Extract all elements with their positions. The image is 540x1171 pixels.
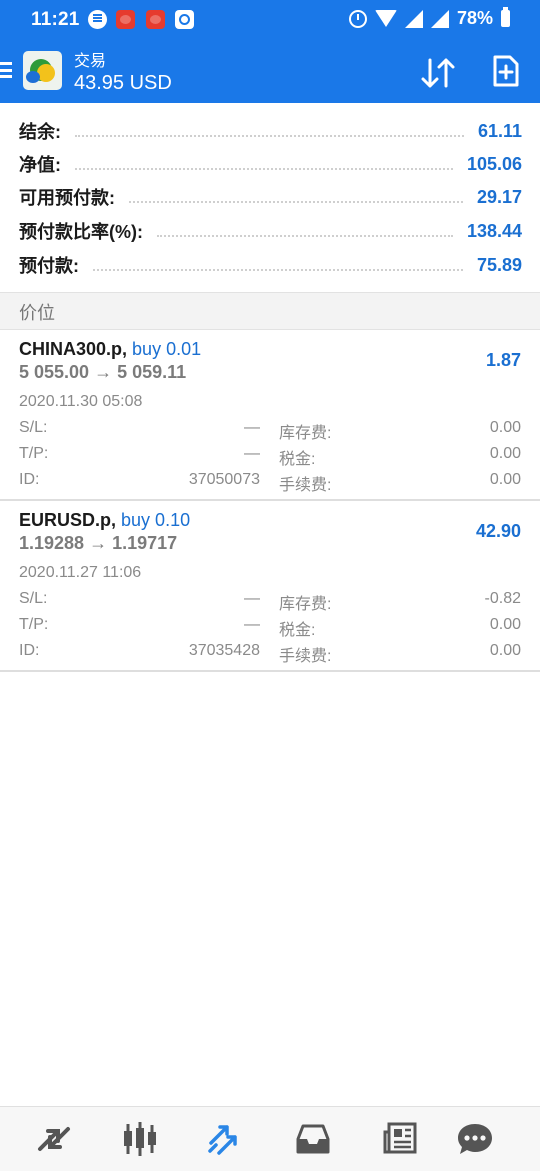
swap-value: 0.00 bbox=[489, 419, 521, 436]
chart-icon[interactable] bbox=[120, 1119, 160, 1159]
position-prices: 1.19288 → 1.19717 bbox=[19, 533, 178, 553]
summary-row-balance: 结余: 61.11 bbox=[19, 116, 522, 146]
app-logo bbox=[23, 51, 62, 90]
sl-label: S/L: bbox=[19, 590, 48, 607]
summary-value: 138.44 bbox=[466, 220, 522, 241]
positions-section-header: 价位 bbox=[0, 292, 540, 330]
chat-icon[interactable] bbox=[455, 1119, 495, 1159]
tax-value: 0.00 bbox=[489, 616, 521, 633]
id-value: 37035428 bbox=[188, 642, 260, 659]
summary-label: 预付款比率(%): bbox=[19, 222, 143, 242]
signal-icon bbox=[430, 9, 449, 28]
summary-row-equity: 净值: 105.06 bbox=[19, 149, 522, 179]
sl-value: — bbox=[244, 419, 260, 436]
dotted-leader bbox=[157, 225, 453, 237]
position-direction: buy 0.10 bbox=[121, 510, 191, 530]
history-icon[interactable] bbox=[293, 1119, 333, 1159]
summary-row-margin-level: 预付款比率(%): 138.44 bbox=[19, 216, 522, 246]
position-symbol: CHINA300.p, bbox=[19, 339, 128, 359]
app-header: 交易 43.95 USD bbox=[0, 40, 540, 103]
alarm-icon bbox=[348, 9, 367, 28]
summary-label: 净值: bbox=[19, 155, 61, 175]
id-value: 37050073 bbox=[188, 471, 260, 488]
summary-label: 结余: bbox=[19, 122, 61, 142]
tax-label: 税金: bbox=[279, 451, 316, 468]
message-notification-icon bbox=[88, 10, 107, 29]
tp-label: T/P: bbox=[19, 445, 49, 462]
bottom-nav bbox=[0, 1106, 540, 1171]
dotted-leader bbox=[75, 125, 464, 137]
summary-value: 75.89 bbox=[476, 254, 522, 275]
position-symbol-line: EURUSD.p, buy 0.10 bbox=[19, 510, 190, 531]
signal-icon bbox=[404, 9, 423, 28]
new-order-icon[interactable] bbox=[492, 54, 520, 88]
account-summary: 结余: 61.11 净值: 105.06 可用预付款: 29.17 预付款比率(… bbox=[0, 103, 540, 292]
battery-icon bbox=[501, 7, 510, 27]
fee-value: 0.00 bbox=[489, 642, 521, 659]
tp-value: — bbox=[244, 616, 260, 633]
fee-value: 0.00 bbox=[489, 471, 521, 488]
news-icon[interactable] bbox=[380, 1119, 420, 1159]
tp-label: T/P: bbox=[19, 616, 49, 633]
app-notification-icon bbox=[116, 10, 135, 29]
app-notification-icon bbox=[146, 10, 165, 29]
dotted-leader bbox=[93, 259, 463, 271]
fee-label: 手续费: bbox=[279, 648, 332, 665]
section-title: 价位 bbox=[19, 303, 55, 323]
swap-label: 库存费: bbox=[279, 596, 332, 613]
summary-label: 可用预付款: bbox=[19, 188, 115, 208]
battery-percent: 78% bbox=[456, 8, 493, 28]
id-label: ID: bbox=[19, 471, 40, 488]
wifi-icon bbox=[374, 10, 397, 27]
sl-label: S/L: bbox=[19, 419, 48, 436]
id-label: ID: bbox=[19, 642, 40, 659]
sl-value: — bbox=[244, 590, 260, 607]
position-prices: 5 055.00 → 5 059.11 bbox=[19, 362, 187, 382]
position-item[interactable]: CHINA300.p, buy 0.01 5 055.00 → 5 059.11… bbox=[0, 329, 540, 501]
position-profit: 1.87 bbox=[485, 350, 521, 370]
position-date: 2020.11.30 05:08 bbox=[19, 393, 143, 410]
summary-label: 预付款: bbox=[19, 256, 79, 276]
summary-row-margin: 预付款: 75.89 bbox=[19, 250, 522, 280]
swap-value: -0.82 bbox=[484, 590, 521, 607]
status-bar: 11:21 78% bbox=[0, 0, 540, 40]
position-symbol: EURUSD.p, bbox=[19, 510, 117, 530]
fee-label: 手续费: bbox=[279, 477, 332, 494]
swap-label: 库存费: bbox=[279, 425, 332, 442]
page-title: 交易 bbox=[74, 53, 107, 70]
position-symbol-line: CHINA300.p, buy 0.01 bbox=[19, 339, 201, 360]
quotes-icon[interactable] bbox=[34, 1119, 74, 1159]
summary-value: 29.17 bbox=[476, 186, 522, 207]
header-balance: 43.95 USD bbox=[74, 72, 172, 94]
menu-icon[interactable] bbox=[0, 62, 12, 78]
position-profit: 42.90 bbox=[475, 521, 521, 541]
position-date: 2020.11.27 11:06 bbox=[19, 564, 142, 581]
tax-value: 0.00 bbox=[489, 445, 521, 462]
summary-value: 61.11 bbox=[477, 120, 522, 141]
status-indicators: 78% bbox=[348, 7, 510, 29]
trade-icon[interactable] bbox=[206, 1119, 246, 1159]
tp-value: — bbox=[244, 445, 260, 462]
summary-value: 105.06 bbox=[466, 153, 522, 174]
position-item[interactable]: EURUSD.p, buy 0.10 1.19288 → 1.19717 42.… bbox=[0, 500, 540, 672]
status-time: 11:21 bbox=[31, 9, 80, 30]
dotted-leader bbox=[75, 158, 453, 170]
sort-icon[interactable] bbox=[420, 56, 456, 90]
position-direction: buy 0.01 bbox=[132, 339, 202, 359]
app-notification-icon bbox=[175, 10, 194, 29]
dotted-leader bbox=[129, 191, 463, 203]
summary-row-free-margin: 可用预付款: 29.17 bbox=[19, 182, 522, 212]
tax-label: 税金: bbox=[279, 622, 316, 639]
